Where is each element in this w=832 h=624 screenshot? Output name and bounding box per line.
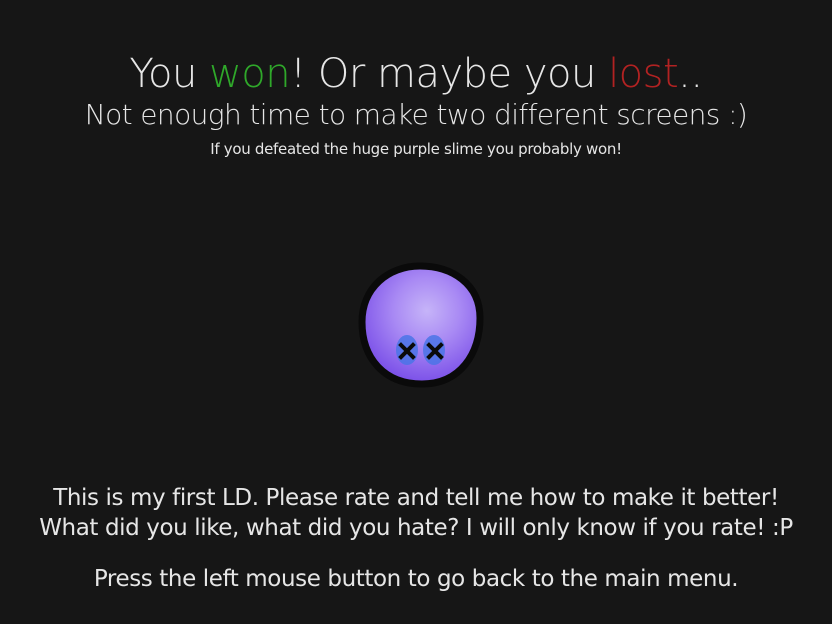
game-over-screen[interactable]: You won! Or maybe you lost.. Not enough … — [0, 0, 832, 624]
win-hint: If you defeated the huge purple slime yo… — [210, 140, 622, 158]
headline-part-1: You — [129, 51, 210, 97]
dead-purple-slime-icon — [358, 262, 484, 388]
subtitle: Not enough time to make two different sc… — [84, 98, 748, 131]
headline-part-2: ! Or maybe you — [290, 51, 609, 97]
won-word: won — [209, 51, 291, 97]
rate-request-line-2: What did you like, what did you hate? I … — [39, 515, 793, 541]
lost-word: lost — [608, 51, 679, 97]
slime-body — [358, 262, 484, 388]
result-headline: You won! Or maybe you lost.. — [0, 48, 832, 100]
headline-part-3: .. — [678, 51, 703, 97]
return-to-menu-hint: Press the left mouse button to go back t… — [93, 566, 739, 592]
rate-request-line-1: This is my first LD. Please rate and tel… — [53, 485, 779, 511]
